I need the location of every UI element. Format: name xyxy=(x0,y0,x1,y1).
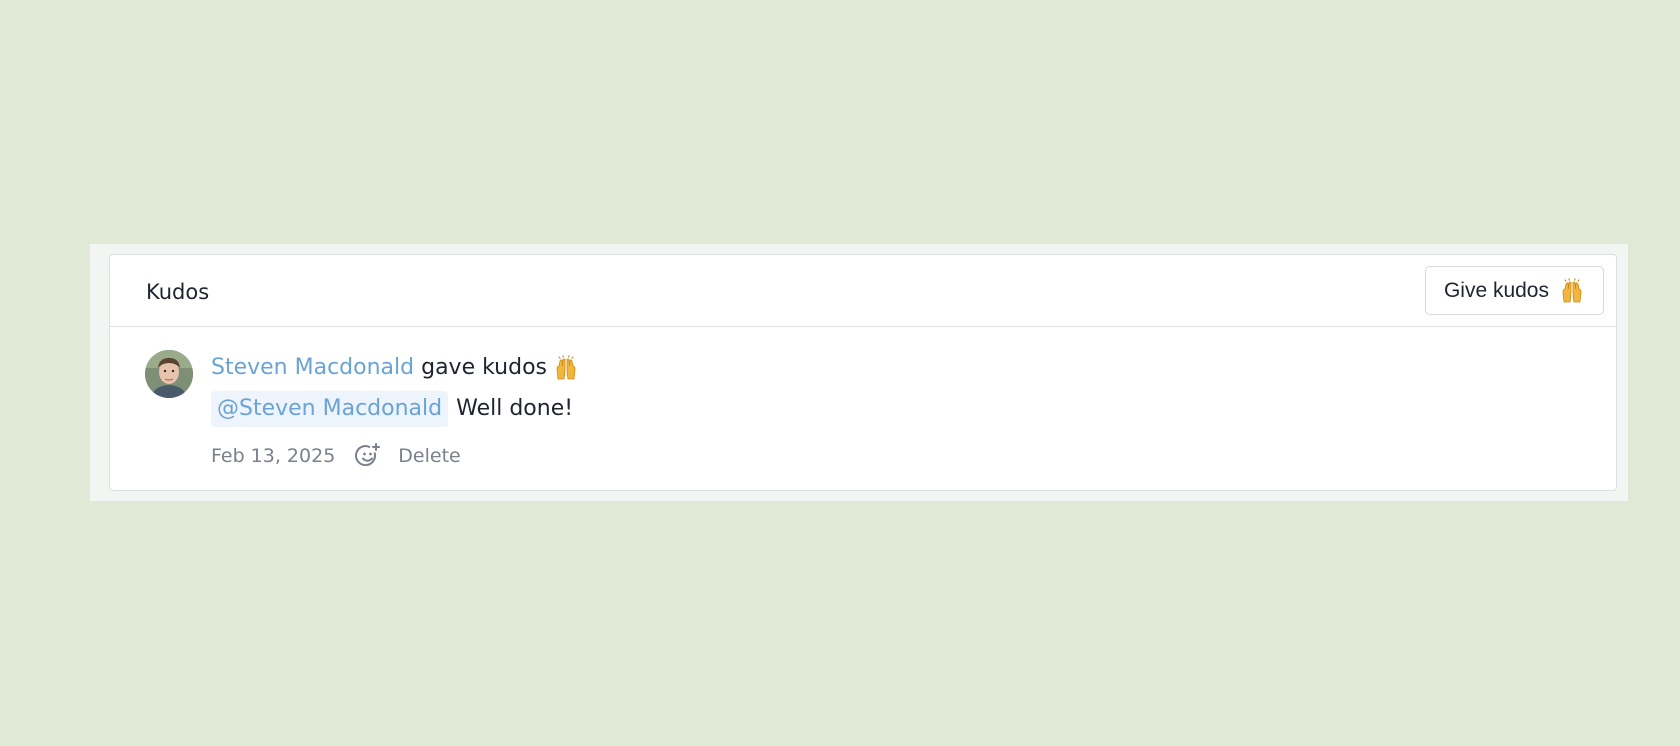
kudos-date: Feb 13, 2025 xyxy=(211,445,336,467)
kudos-entry: Steven Macdonald gave kudos @Steven Macd… xyxy=(110,327,1616,492)
avatar[interactable] xyxy=(145,350,193,398)
kudos-title: Kudos xyxy=(146,280,210,304)
delete-button[interactable]: Delete xyxy=(398,445,460,467)
give-kudos-button[interactable]: Give kudos xyxy=(1424,266,1604,315)
kudos-message: Well done! xyxy=(456,396,574,421)
kudos-action-text: gave kudos xyxy=(421,355,547,380)
author-link[interactable]: Steven Macdonald xyxy=(211,352,414,384)
add-reaction-icon[interactable] xyxy=(355,443,381,469)
give-kudos-label: Give kudos xyxy=(1443,278,1549,302)
kudos-header: Kudos Give kudos xyxy=(110,255,1616,327)
mention-tag[interactable]: @Steven Macdonald xyxy=(211,391,449,427)
kudos-message-line: @Steven Macdonald Well done! xyxy=(211,391,573,427)
raising-hands-icon xyxy=(553,355,579,381)
raising-hands-icon xyxy=(1559,277,1585,304)
kudos-panel-frame: Kudos Give kudos Steven Macdonald gave k… xyxy=(90,244,1628,501)
kudos-meta: Feb 13, 2025 Delete xyxy=(211,443,461,469)
kudos-summary-line: Steven Macdonald gave kudos xyxy=(211,352,579,384)
kudos-card: Kudos Give kudos Steven Macdonald gave k… xyxy=(109,254,1617,491)
